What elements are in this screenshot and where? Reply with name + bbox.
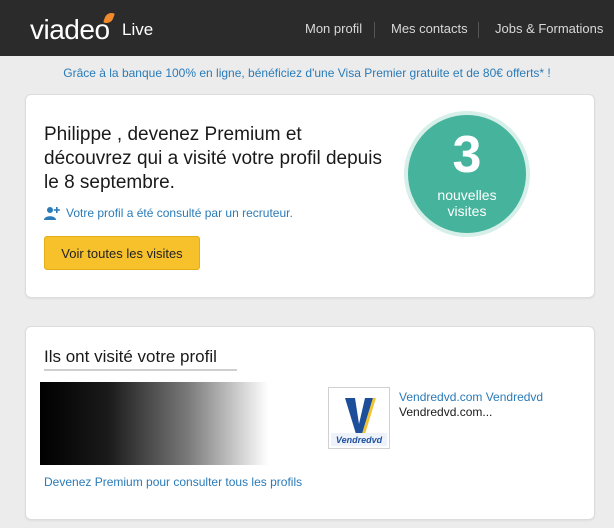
title-underline bbox=[44, 369, 237, 371]
badge-label: visites bbox=[447, 203, 487, 219]
visitors-card: Ils ont visité votre profil Devenez Prem… bbox=[25, 326, 595, 520]
nav-jobs-formations[interactable]: Jobs & Formations bbox=[495, 0, 603, 56]
logo-text: viade bbox=[30, 14, 95, 45]
company-logo-graphic: Vendredvd bbox=[329, 388, 389, 448]
headline-line: découvrez qui a visité votre profil depu… bbox=[44, 148, 382, 169]
recruiter-notice: Votre profil a été consulté par un recru… bbox=[44, 206, 293, 220]
company-logo-text: Vendredvd bbox=[336, 435, 383, 445]
top-navigation-bar: viadeo Live Mon profil Mes contacts Jobs… bbox=[0, 0, 614, 56]
badge-count: 3 bbox=[452, 126, 482, 184]
logo-live-label: Live bbox=[122, 20, 154, 39]
nav-mon-profil[interactable]: Mon profil bbox=[305, 0, 362, 56]
nav-mes-contacts[interactable]: Mes contacts bbox=[391, 0, 468, 56]
viadeo-logo[interactable]: viadeo bbox=[30, 10, 116, 45]
visitor-company-logo[interactable]: Vendredvd bbox=[328, 387, 390, 449]
headline-line: Philippe , devenez Premium et bbox=[44, 124, 302, 145]
premium-headline: Philippe , devenez Premium et découvrez … bbox=[44, 123, 404, 195]
become-premium-link[interactable]: Devenez Premium pour consulter tous les … bbox=[44, 475, 302, 489]
user-plus-icon bbox=[44, 207, 60, 220]
visitors-title: Ils ont visité votre profil bbox=[44, 347, 217, 366]
nav-divider bbox=[478, 22, 479, 38]
promo-banner-link[interactable]: Grâce à la banque 100% en ligne, bénéfic… bbox=[0, 66, 614, 80]
badge-label: nouvelles bbox=[437, 187, 497, 203]
nav-divider bbox=[374, 22, 375, 38]
view-all-visits-button[interactable]: Voir toutes les visites bbox=[44, 236, 200, 270]
visitor-name-link[interactable]: Vendredvd.com Vendredvd bbox=[399, 390, 543, 404]
new-visits-badge: 3 nouvelles visites bbox=[404, 111, 530, 237]
logo-o: o bbox=[94, 10, 116, 44]
visitor-subtitle: Vendredvd.com... bbox=[399, 405, 493, 419]
premium-card: Philippe , devenez Premium et découvrez … bbox=[25, 94, 595, 298]
recruiter-notice-text: Votre profil a été consulté par un recru… bbox=[66, 206, 293, 220]
hidden-visitor-thumbnail bbox=[40, 382, 268, 465]
headline-line: le 8 septembre. bbox=[44, 172, 175, 193]
